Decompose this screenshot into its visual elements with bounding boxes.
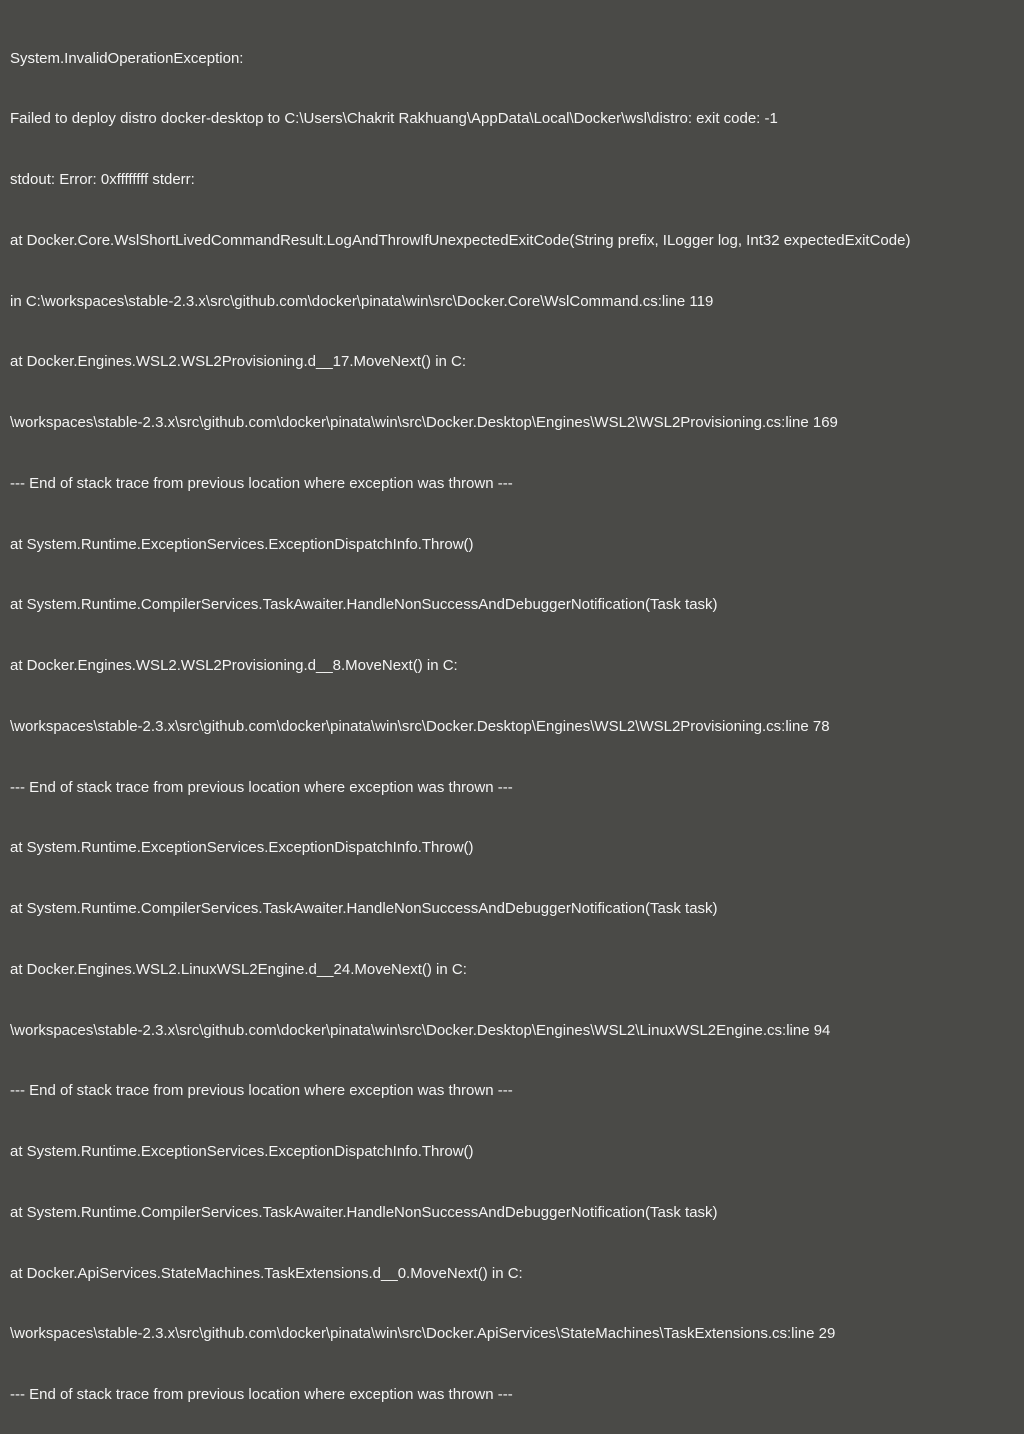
stack-frame: at System.Runtime.CompilerServices.TaskA… xyxy=(10,1203,1014,1223)
stack-trace-separator: --- End of stack trace from previous loc… xyxy=(10,474,1014,494)
exception-type: System.InvalidOperationException: xyxy=(10,49,1014,69)
stack-trace-separator: --- End of stack trace from previous loc… xyxy=(10,778,1014,798)
stack-trace-separator: --- End of stack trace from previous loc… xyxy=(10,1385,1014,1405)
stack-frame: at System.Runtime.CompilerServices.TaskA… xyxy=(10,899,1014,919)
stack-frame: at Docker.Engines.WSL2.WSL2Provisioning.… xyxy=(10,352,1014,372)
stack-frame: \workspaces\stable-2.3.x\src\github.com\… xyxy=(10,413,1014,433)
stdout-line: stdout: Error: 0xffffffff stderr: xyxy=(10,170,1014,190)
stack-frame: at Docker.Engines.WSL2.WSL2Provisioning.… xyxy=(10,656,1014,676)
stack-frame: in C:\workspaces\stable-2.3.x\src\github… xyxy=(10,292,1014,312)
stack-trace-block: System.InvalidOperationException: Failed… xyxy=(10,8,1014,1434)
stack-frame: at Docker.Engines.WSL2.LinuxWSL2Engine.d… xyxy=(10,960,1014,980)
exception-message: Failed to deploy distro docker-desktop t… xyxy=(10,109,1014,129)
stack-frame: at Docker.ApiServices.StateMachines.Task… xyxy=(10,1264,1014,1284)
stack-frame: at Docker.Core.WslShortLivedCommandResul… xyxy=(10,231,1014,251)
stack-trace-separator: --- End of stack trace from previous loc… xyxy=(10,1081,1014,1101)
stack-frame: at System.Runtime.ExceptionServices.Exce… xyxy=(10,535,1014,555)
stack-frame: at System.Runtime.ExceptionServices.Exce… xyxy=(10,838,1014,858)
stack-frame: \workspaces\stable-2.3.x\src\github.com\… xyxy=(10,717,1014,737)
stack-frame: \workspaces\stable-2.3.x\src\github.com\… xyxy=(10,1021,1014,1041)
stack-frame: at System.Runtime.ExceptionServices.Exce… xyxy=(10,1142,1014,1162)
stack-frame: \workspaces\stable-2.3.x\src\github.com\… xyxy=(10,1324,1014,1344)
stack-frame: at System.Runtime.CompilerServices.TaskA… xyxy=(10,595,1014,615)
